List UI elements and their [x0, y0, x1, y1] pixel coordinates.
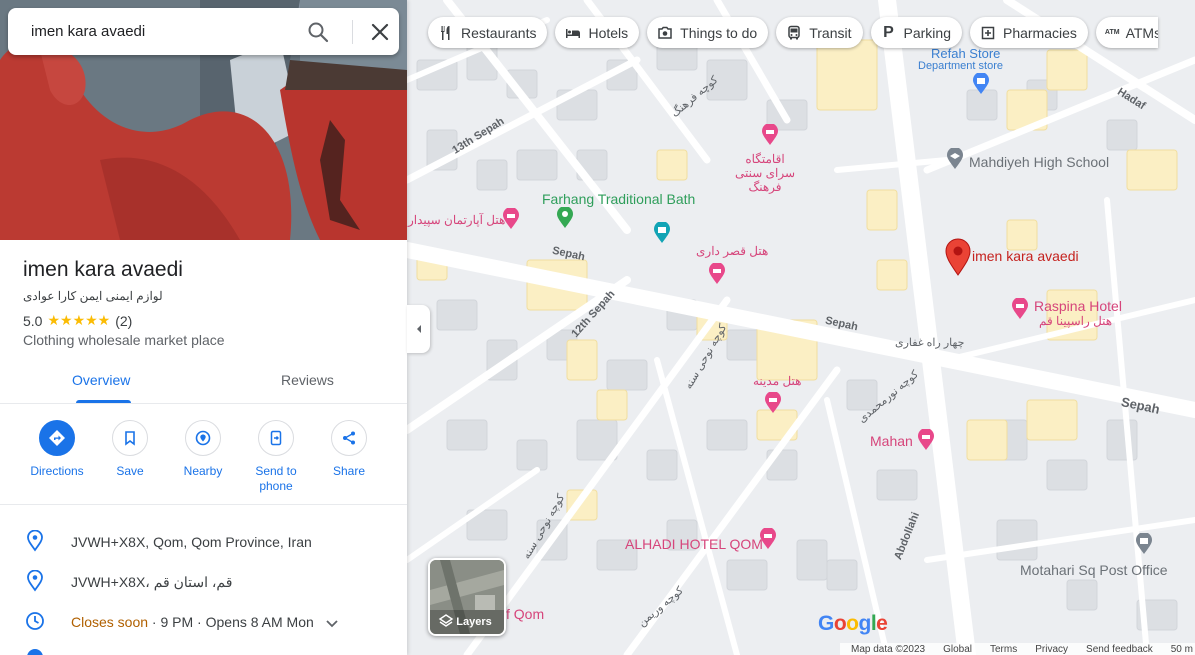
scale-bar-label[interactable]: 50 m: [1171, 644, 1193, 655]
layers-label: Layers: [456, 616, 492, 628]
chevron-left-icon: [416, 325, 421, 333]
chevron-down-icon[interactable]: [324, 615, 340, 631]
department-store-pin-icon[interactable]: [972, 73, 990, 95]
chip-things-to-do[interactable]: Things to do: [647, 17, 769, 48]
map-label-hotel-farhang[interactable]: اقامتگاه سرای سنتی فرهنگ: [730, 152, 800, 194]
send-to-phone-icon: [258, 420, 294, 456]
save-button[interactable]: Save: [95, 420, 165, 479]
landmark-pin-icon[interactable]: [653, 222, 671, 244]
chip-restaurants[interactable]: Restaurants: [428, 17, 548, 48]
place-details-panel: imen kara avaedi لوازم ایمنی ایمن کارا ع…: [0, 0, 407, 655]
rating-value: 5.0: [23, 312, 43, 329]
chip-transit[interactable]: Transit: [776, 17, 863, 48]
bath-pin-icon[interactable]: [556, 207, 574, 229]
close-icon[interactable]: [368, 20, 392, 44]
selected-place-pin-icon[interactable]: [944, 238, 972, 276]
rating-stars: ★★★★★: [47, 312, 111, 328]
map-label-mahan[interactable]: Mahan: [870, 433, 913, 449]
bookmark-icon: [112, 420, 148, 456]
school-pin-icon[interactable]: [946, 148, 964, 170]
map-label-hotel-darri[interactable]: هتل قصر داری: [696, 244, 768, 258]
bed-icon: [564, 24, 582, 42]
place-local-name: لوازم ایمنی ایمن کارا عوادی: [23, 289, 163, 303]
address-text: JVWH+X8X, Qom, Qom Province, Iran: [71, 534, 312, 550]
review-count-link[interactable]: (2): [115, 313, 132, 329]
globe-icon: [27, 649, 43, 655]
map-label-raspina-fa: هتل راسپینا قم: [1039, 314, 1113, 328]
local-address-row[interactable]: JVWH+X8X، قم، استان قم: [0, 562, 407, 602]
hotel-pin-icon[interactable]: [1011, 298, 1029, 320]
map-label-hotel-medina[interactable]: هتل مدینه: [753, 374, 802, 388]
global-link[interactable]: Global: [943, 644, 972, 655]
location-pin-icon: [27, 570, 43, 592]
hours-status: Closes soon: [71, 614, 149, 630]
hours-text: Closes soon · 9 PM · Opens 8 AM Mon: [71, 614, 314, 630]
hotel-pin-icon[interactable]: [917, 429, 935, 451]
tab-reviews[interactable]: Reviews: [281, 372, 334, 388]
share-button[interactable]: Share: [314, 420, 384, 479]
search-box[interactable]: [8, 8, 399, 55]
search-input[interactable]: [31, 23, 301, 40]
local-address-text: JVWH+X8X، قم، استان قم: [71, 574, 233, 590]
tab-overview[interactable]: Overview: [72, 372, 130, 388]
map-data-attribution: Map data ©2023: [851, 643, 926, 655]
chip-hotels[interactable]: Hotels: [555, 17, 640, 48]
map-label-motahari[interactable]: Motahari Sq Post Office: [1020, 562, 1168, 578]
fork-knife-icon: [437, 24, 455, 42]
google-maps-window: Refah Store Department store Mahdiyeh Hi…: [0, 0, 1195, 655]
hotel-pin-icon[interactable]: [759, 528, 777, 550]
hours-row[interactable]: Closes soon · 9 PM · Opens 8 AM Mon: [0, 602, 407, 642]
pharmacy-icon: [979, 24, 997, 42]
hotel-pin-icon[interactable]: [708, 263, 726, 285]
chip-parking[interactable]: P Parking: [870, 17, 962, 48]
map-label-f-qom[interactable]: f Qom: [506, 606, 544, 622]
hotel-pin-icon[interactable]: [764, 392, 782, 414]
search-icon[interactable]: [306, 20, 330, 44]
hotel-pin-icon[interactable]: [761, 124, 779, 146]
hotel-pin-icon[interactable]: [502, 208, 520, 230]
collapse-panel-button[interactable]: [407, 305, 430, 353]
map-label-farhang-bath[interactable]: Farhang Traditional Bath: [542, 191, 695, 207]
road-label-ghaffari: چهار راه غفاری: [895, 337, 965, 349]
nearby-icon: [185, 420, 221, 456]
google-logo: Google: [818, 612, 888, 635]
send-feedback-link[interactable]: Send feedback: [1086, 644, 1153, 655]
map-canvas[interactable]: Refah Store Department store Mahdiyeh Hi…: [407, 0, 1195, 655]
clock-icon: [26, 612, 44, 630]
map-label-raspina[interactable]: Raspina Hotel: [1034, 298, 1122, 314]
map-label-refah-sub: Department store: [918, 60, 1003, 72]
map-footer: Map data ©2023 Global Terms Privacy Send…: [840, 643, 1195, 655]
chip-atms[interactable]: ATM ATMs: [1095, 17, 1158, 48]
tab-bar: Overview Reviews: [0, 358, 407, 404]
category-chip-bar: Restaurants Hotels Things to do Transit …: [428, 17, 1158, 48]
active-tab-indicator: [76, 400, 131, 403]
location-pin-icon: [27, 530, 43, 552]
atm-icon: ATM: [1104, 29, 1120, 36]
send-to-phone-button[interactable]: Send to phone: [241, 420, 311, 494]
directions-button[interactable]: Directions: [22, 420, 92, 479]
map-label-hotel-sepidar[interactable]: هتل آپارتمان سپیدار: [408, 213, 505, 227]
parking-icon: P: [883, 23, 894, 41]
privacy-link[interactable]: Privacy: [1035, 644, 1068, 655]
search-divider: [352, 20, 353, 44]
post-office-pin-icon[interactable]: [1135, 533, 1153, 555]
map-label-refah[interactable]: Refah Store: [931, 46, 1000, 61]
map-label-mahdiyeh[interactable]: Mahdiyeh High School: [969, 154, 1109, 170]
nearby-button[interactable]: Nearby: [168, 420, 238, 479]
chip-pharmacies[interactable]: Pharmacies: [969, 17, 1088, 48]
layers-button[interactable]: Layers: [428, 558, 506, 636]
rating-row: 5.0 ★★★★★ (2): [23, 312, 132, 329]
hours-detail: · 9 PM · Opens 8 AM Mon: [148, 614, 314, 630]
place-title: imen kara avaedi: [23, 258, 183, 281]
place-category[interactable]: Clothing wholesale market place: [23, 332, 225, 348]
directions-icon: [39, 420, 75, 456]
map-label-alhadi[interactable]: ALHADI HOTEL QOM: [625, 536, 763, 552]
bus-icon: [785, 24, 803, 42]
camera-icon: [656, 24, 674, 42]
terms-link[interactable]: Terms: [990, 644, 1017, 655]
map-label-imen[interactable]: imen kara avaedi: [972, 248, 1079, 264]
address-row[interactable]: JVWH+X8X, Qom, Qom Province, Iran: [0, 522, 407, 562]
action-buttons-row: Directions Save Nearby Send to phone Sha…: [0, 404, 407, 505]
share-icon: [331, 420, 367, 456]
